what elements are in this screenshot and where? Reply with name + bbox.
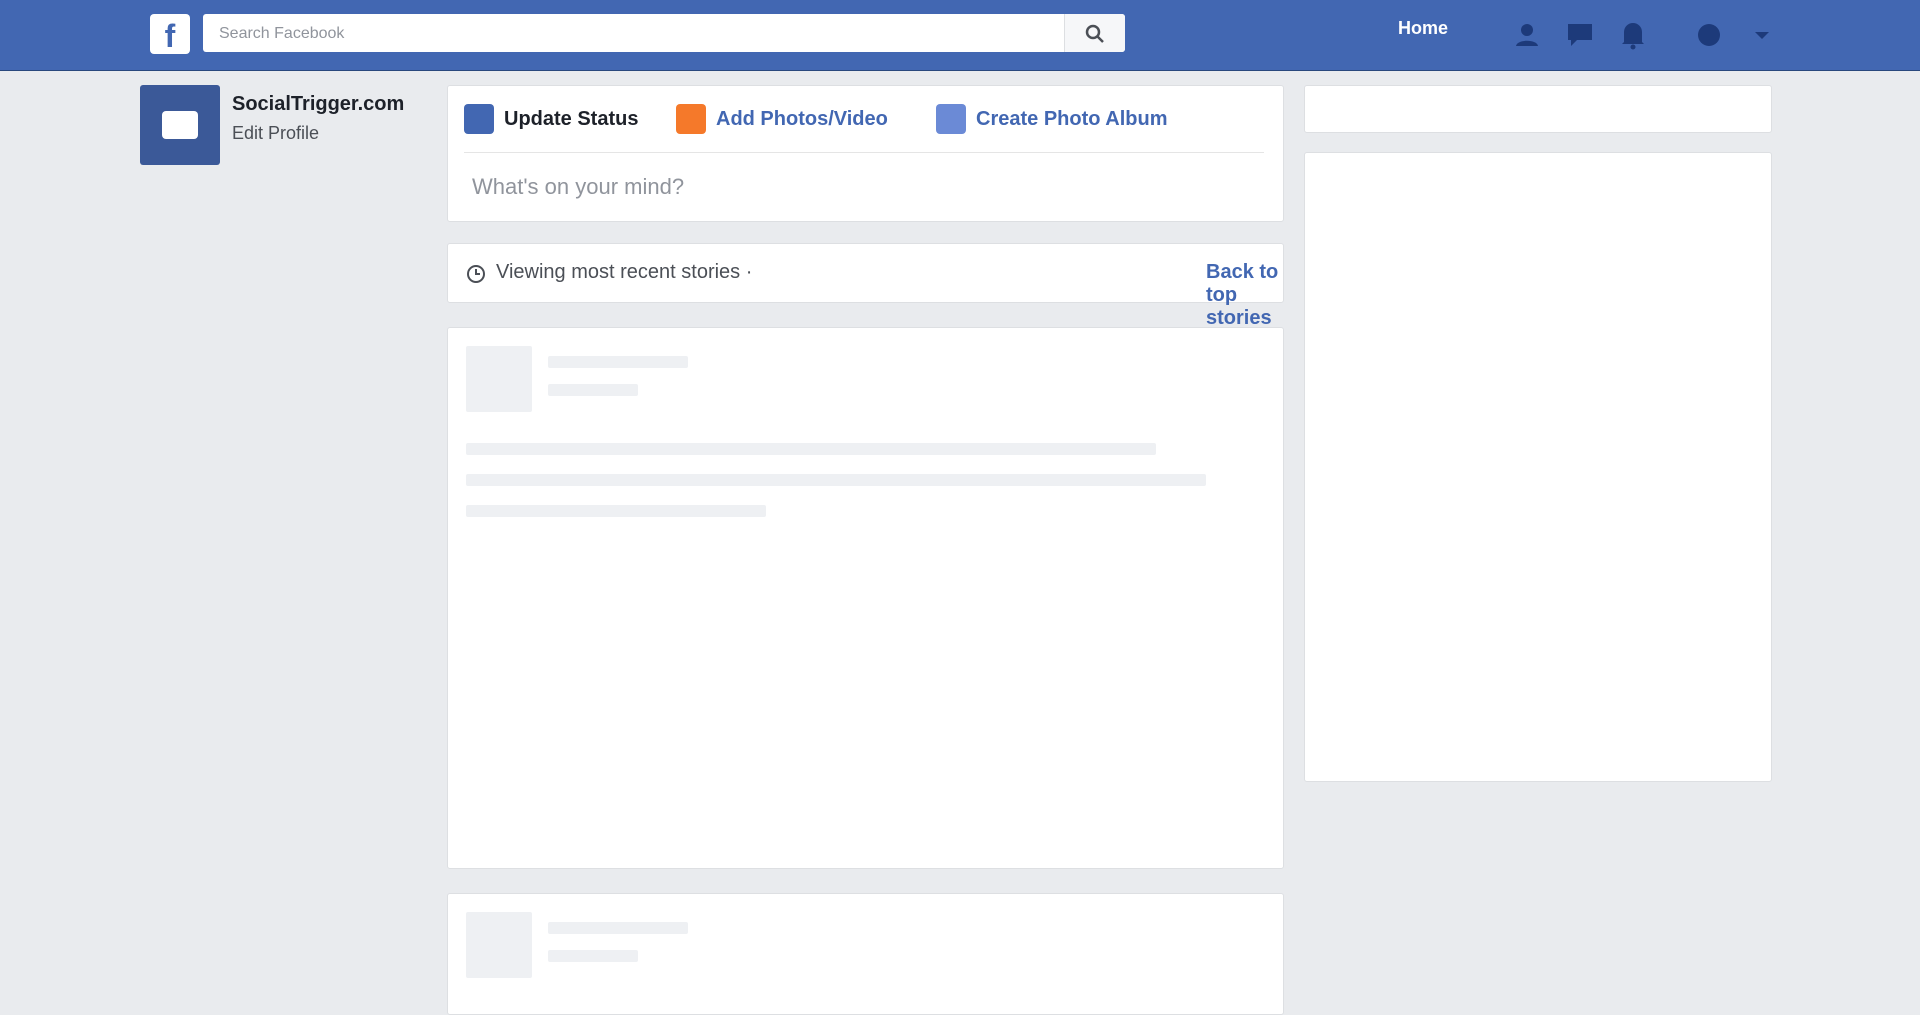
notice-text: Viewing most recent stories · [496, 261, 753, 283]
facebook-logo[interactable]: f [150, 14, 190, 54]
post-text-placeholder [466, 474, 1206, 486]
album-icon [936, 104, 966, 134]
add-photos-video-tab[interactable]: Add Photos/Video [676, 102, 888, 136]
feed-sort-notice: Viewing most recent stories · Back to to… [447, 243, 1284, 329]
post-time-placeholder [548, 950, 638, 962]
status-input[interactable] [470, 166, 1264, 208]
feed-post-placeholder [447, 327, 1284, 869]
create-photo-album-label: Create Photo Album [976, 107, 1168, 130]
update-status-tab[interactable]: Update Status [464, 102, 638, 136]
quick-help-icon[interactable] [1692, 18, 1726, 52]
post-avatar-placeholder [466, 912, 532, 978]
update-status-label: Update Status [504, 107, 639, 130]
feed-post-placeholder [447, 893, 1284, 1015]
clock-icon [467, 265, 485, 283]
right-sidebar-panel [1304, 152, 1772, 782]
search-box [203, 14, 1125, 54]
messages-icon[interactable] [1563, 18, 1597, 52]
profile-name[interactable]: SocialTrigger.com [232, 93, 404, 116]
post-text-placeholder [466, 505, 766, 517]
composer-divider [464, 152, 1264, 153]
avatar[interactable] [140, 85, 220, 165]
friend-requests-icon[interactable] [1510, 18, 1544, 52]
home-link[interactable]: Home [1398, 18, 1448, 39]
photo-video-icon [676, 104, 706, 134]
account-menu-icon[interactable] [1745, 18, 1779, 52]
back-to-top-stories-link[interactable]: Back to top stories [1206, 261, 1283, 330]
status-icon [464, 104, 494, 134]
post-time-placeholder [548, 384, 638, 396]
edit-profile-link[interactable]: Edit Profile [232, 123, 319, 144]
create-photo-album-tab[interactable]: Create Photo Album [936, 102, 1168, 136]
notifications-icon[interactable] [1616, 18, 1650, 52]
post-text-placeholder [466, 443, 1156, 455]
page-logo-icon [162, 111, 198, 139]
post-author-placeholder [548, 922, 688, 934]
status-composer: Update Status Add Photos/Video Create Ph… [447, 85, 1284, 222]
top-navigation-bar: f Home [0, 0, 1920, 71]
right-sidebar-box [1304, 85, 1772, 133]
search-icon [1085, 24, 1104, 43]
search-button[interactable] [1064, 14, 1125, 52]
add-photos-video-label: Add Photos/Video [716, 107, 888, 130]
post-avatar-placeholder [466, 346, 532, 412]
post-author-placeholder [548, 356, 688, 368]
search-input[interactable] [217, 14, 1061, 54]
profile-summary: SocialTrigger.com Edit Profile [140, 85, 440, 165]
